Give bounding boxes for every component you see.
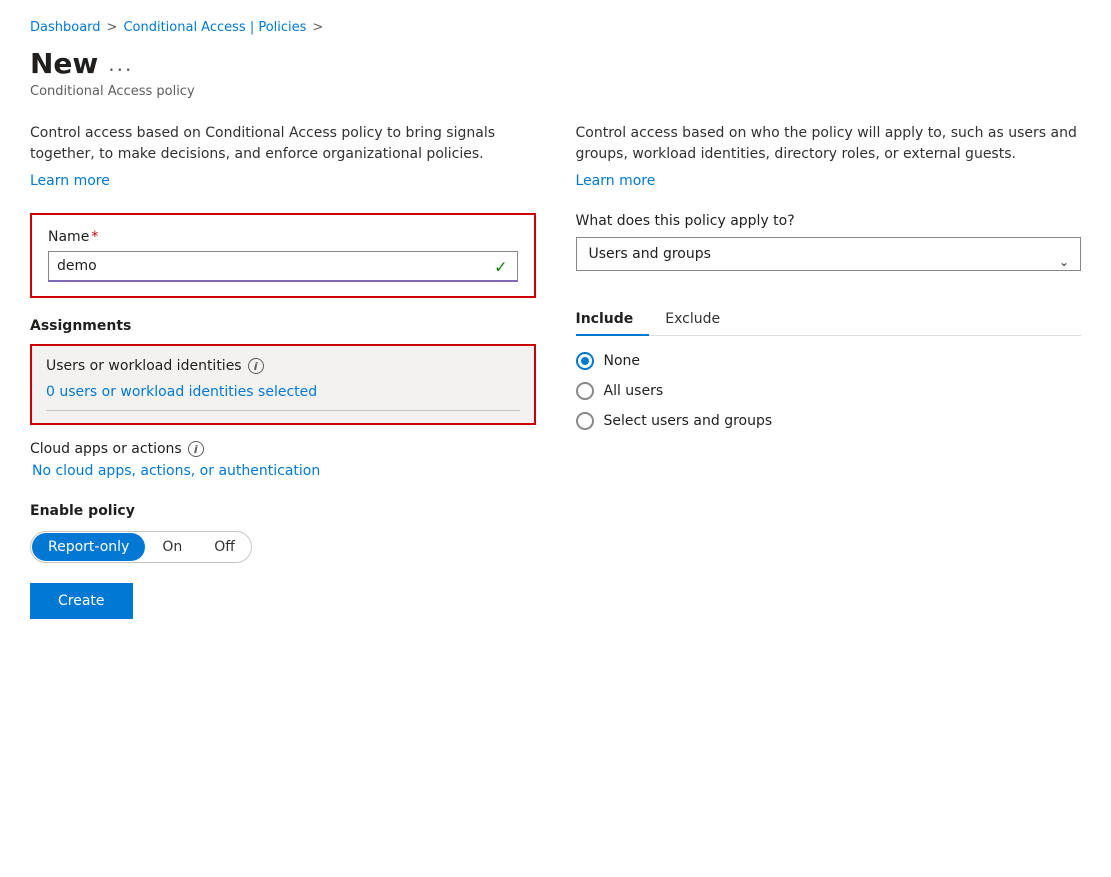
page-subtitle: Conditional Access policy [30,84,1081,99]
page-title-row: New ... [30,47,1081,80]
main-two-col: Control access based on Conditional Acce… [30,123,1081,619]
required-indicator: * [91,229,98,245]
radio-none-label: None [604,353,641,369]
left-description: Control access based on Conditional Acce… [30,123,536,165]
policy-applies-to-dropdown[interactable]: Users and groups Workload identities [576,237,1082,271]
policy-toggle[interactable]: Report-only On Off [30,531,252,563]
radio-none[interactable]: None [576,352,1082,370]
dropdown-wrapper: Users and groups Workload identities ⌄ [576,237,1082,287]
enable-policy-label: Enable policy [30,503,536,519]
toggle-report-only[interactable]: Report-only [32,533,145,561]
policy-apply-label: What does this policy apply to? [576,213,1082,229]
tab-exclude[interactable]: Exclude [665,303,736,335]
cloud-apps-label: Cloud apps or actions [30,441,182,457]
radio-select-users-label: Select users and groups [604,413,773,429]
radio-all-users-label: All users [604,383,664,399]
right-description: Control access based on who the policy w… [576,123,1082,165]
page-title: New [30,47,98,80]
toggle-group: Report-only On Off [30,531,536,563]
radio-all-users-circle [576,382,594,400]
name-input-wrapper: ✓ [48,251,518,282]
toggle-off[interactable]: Off [198,533,251,561]
create-button[interactable]: Create [30,583,133,619]
cloud-apps-row: Cloud apps or actions i [30,441,536,457]
toggle-on[interactable]: On [146,533,198,561]
tab-include[interactable]: Include [576,303,650,335]
cloud-apps-section: Cloud apps or actions i No cloud apps, a… [30,441,536,479]
radio-select-users[interactable]: Select users and groups [576,412,1082,430]
breadcrumb-sep2: > [312,20,323,35]
user-scope-radio-group: None All users Select users and groups [576,352,1082,430]
enable-policy-section: Enable policy Report-only On Off [30,503,536,563]
name-field-label: Name* [48,229,518,245]
users-info-icon[interactable]: i [248,358,264,374]
cloud-apps-link[interactable]: No cloud apps, actions, or authenticatio… [32,463,536,479]
users-box-title-row: Users or workload identities i [46,358,520,374]
users-box-divider [46,410,520,411]
include-exclude-tabs: Include Exclude [576,303,1082,336]
name-section: Name* ✓ [30,213,536,298]
assignments-header: Assignments [30,318,536,334]
breadcrumb-policies[interactable]: Conditional Access | Policies [123,20,306,35]
right-learn-more-link[interactable]: Learn more [576,173,656,189]
name-input[interactable] [48,251,518,282]
breadcrumb-dashboard[interactable]: Dashboard [30,20,101,35]
breadcrumb-sep1: > [107,20,118,35]
validation-check-icon: ✓ [494,257,507,276]
right-column: Control access based on who the policy w… [576,123,1082,619]
left-learn-more-link[interactable]: Learn more [30,173,110,189]
users-box-title-text: Users or workload identities [46,358,242,374]
cloud-apps-info-icon[interactable]: i [188,441,204,457]
users-selected-link[interactable]: 0 users or workload identities selected [46,384,317,400]
radio-select-users-circle [576,412,594,430]
breadcrumb: Dashboard > Conditional Access | Policie… [30,20,1081,35]
left-column: Control access based on Conditional Acce… [30,123,536,619]
radio-all-users[interactable]: All users [576,382,1082,400]
users-assignment-box: Users or workload identities i 0 users o… [30,344,536,425]
radio-none-circle [576,352,594,370]
title-more-options[interactable]: ... [108,52,133,76]
